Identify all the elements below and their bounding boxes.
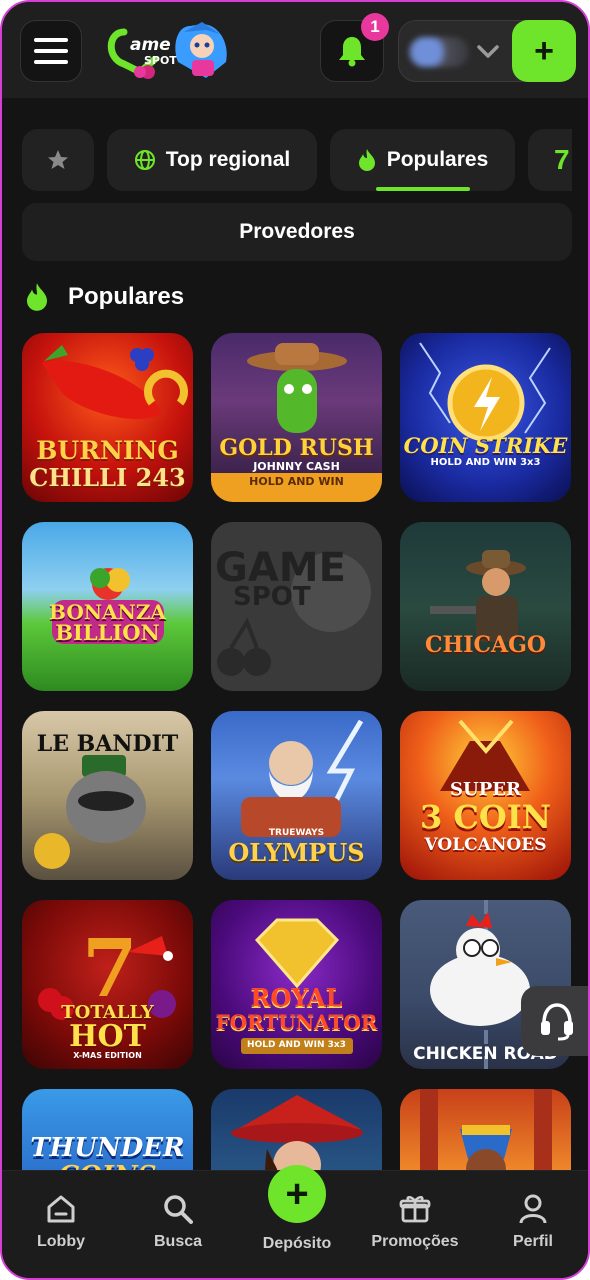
star-icon [48,150,68,169]
section-title: Populares [68,283,185,310]
game-tile-gold-rush[interactable]: GOLD RUSH JOHNNY CASH HOLD AND WIN [211,333,382,502]
notification-badge: 1 [361,13,389,41]
nav-label: Promoções [371,1233,459,1250]
game-tile-egypt[interactable] [400,1089,571,1173]
globe-icon [134,150,155,170]
tab-label: Populares [386,148,489,171]
game-title-line3: X-MAS EDITION [73,1051,142,1060]
game-tile-super-3-coin-volcanoes[interactable]: SUPER 3 COIN VOLCANOES [400,711,571,880]
plus-icon[interactable]: + [268,1165,326,1223]
section-header: Populares [24,278,184,316]
game-tile-totally-hot[interactable]: 7 TOTALLY HOT X-MAS EDITION [22,900,193,1069]
game-title-line1: TRUEWAYS [268,828,325,838]
headset-icon [541,1003,573,1041]
svg-text:7: 7 [82,921,138,1015]
balance-value-blurred [409,37,469,67]
game-tile-olympus[interactable]: TRUEWAYS OLYMPUS [211,711,382,880]
game-title-line2: OLYMPUS [228,838,365,867]
tab-populares[interactable]: Populares [330,129,515,191]
game-tile-chicago[interactable]: CHICAGO [400,522,571,691]
game-title-line2: HOLD AND WIN 3x3 [430,457,541,468]
game-tile-burning-chilli[interactable]: BURNING CHILLI 243 [22,333,193,502]
game-title-line2: HOT [69,1019,146,1054]
game-tile-coin-strike[interactable]: COIN STRIKE HOLD AND WIN 3x3 [400,333,571,502]
providers-label: Provedores [239,220,355,243]
game-title-line2: CHILLI 243 [29,463,186,492]
tab-more[interactable]: 7 [528,129,572,191]
top-header: ame SPOT 1 + [2,2,588,98]
game-title-line1: BURNING [36,436,179,465]
nav-label: Perfil [512,1233,553,1250]
game-title-line1: COIN STRIKE [403,433,568,458]
game-title-line1: SUPER [450,779,521,800]
game-tile-thunder-coins[interactable]: THUNDER COINS [22,1089,193,1173]
bottom-navigation: Lobby Busca Depósito + Promoções Perfil [2,1165,588,1278]
support-chat-button[interactable] [521,986,588,1056]
game-tile-placeholder[interactable]: GAME SPOT [211,522,382,691]
svg-text:ame: ame [130,35,171,55]
game-title-line3: HOLD AND WIN 3x3 [247,1040,346,1050]
app-frame: ame SPOT 1 + Top regional Populares 7 Pr… [0,0,590,1280]
nav-lobby[interactable]: Lobby [6,1193,116,1251]
category-tabs: Top regional Populares 7 [22,129,572,191]
game-title-line2: FORTUNATOR [215,1010,378,1034]
game-tile-witch[interactable] [211,1089,382,1173]
nav-label: Busca [153,1233,203,1250]
game-tile-royal-fortunator[interactable]: ROYAL FORTUNATOR HOLD AND WIN 3x3 [211,900,382,1069]
active-tab-indicator [376,187,470,191]
flame-icon [27,283,47,311]
flame-icon [358,149,375,171]
nav-label: Lobby [37,1233,85,1250]
game-tile-bonanza-billion[interactable]: BONANZA BILLION [22,522,193,691]
chevron-down-icon [477,45,499,58]
nav-search[interactable]: Busca [123,1193,233,1251]
brand-logo[interactable]: ame SPOT [106,18,234,82]
menu-line [34,49,68,53]
game-title-line2: 3 COIN [420,798,551,836]
lobby-icon [47,1195,75,1223]
nav-promotions[interactable]: Promoções [360,1193,470,1251]
notifications-button[interactable]: 1 [320,13,389,82]
nav-deposit[interactable]: Depósito [242,1235,352,1253]
menu-line [34,38,68,42]
tab-label: Top regional [165,148,291,171]
search-icon [164,1195,193,1224]
bell-icon [339,37,365,67]
gift-icon [399,1196,431,1223]
tab-top-regional[interactable]: Top regional [107,129,317,191]
tab-label: 7 [554,144,570,175]
games-grid: BURNING CHILLI 243 GOLD RUSH JOHNNY CASH… [22,333,572,1173]
game-title-line3: HOLD AND WIN [249,475,344,488]
user-icon [519,1194,547,1224]
svg-text:SPOT: SPOT [144,54,177,67]
game-title-line1: BONANZA [49,600,166,624]
nav-label: Depósito [262,1235,332,1252]
nav-profile[interactable]: Perfil [478,1193,588,1251]
providers-button[interactable]: Provedores [22,203,572,261]
deposit-plus-button[interactable]: + [512,20,576,82]
game-title-line1: THUNDER [30,1133,185,1163]
game-title-line2: BILLION [55,620,160,645]
tab-favorites[interactable] [22,129,94,191]
game-title-line1: LE BANDIT [36,731,179,757]
menu-line [34,60,68,64]
game-title-line2: JOHNNY CASH [253,460,340,473]
balance-dropdown[interactable]: + [398,20,576,82]
game-tile-le-bandit[interactable]: LE BANDIT [22,711,193,880]
game-title-line1: CHICAGO [424,632,547,658]
game-title-line2: SPOT [233,582,311,612]
menu-button[interactable] [20,20,82,82]
game-title-line1: ROYAL [250,983,343,1012]
game-title-line3: VOLCANOES [424,835,547,855]
game-title-line1: GOLD RUSH [219,435,374,461]
